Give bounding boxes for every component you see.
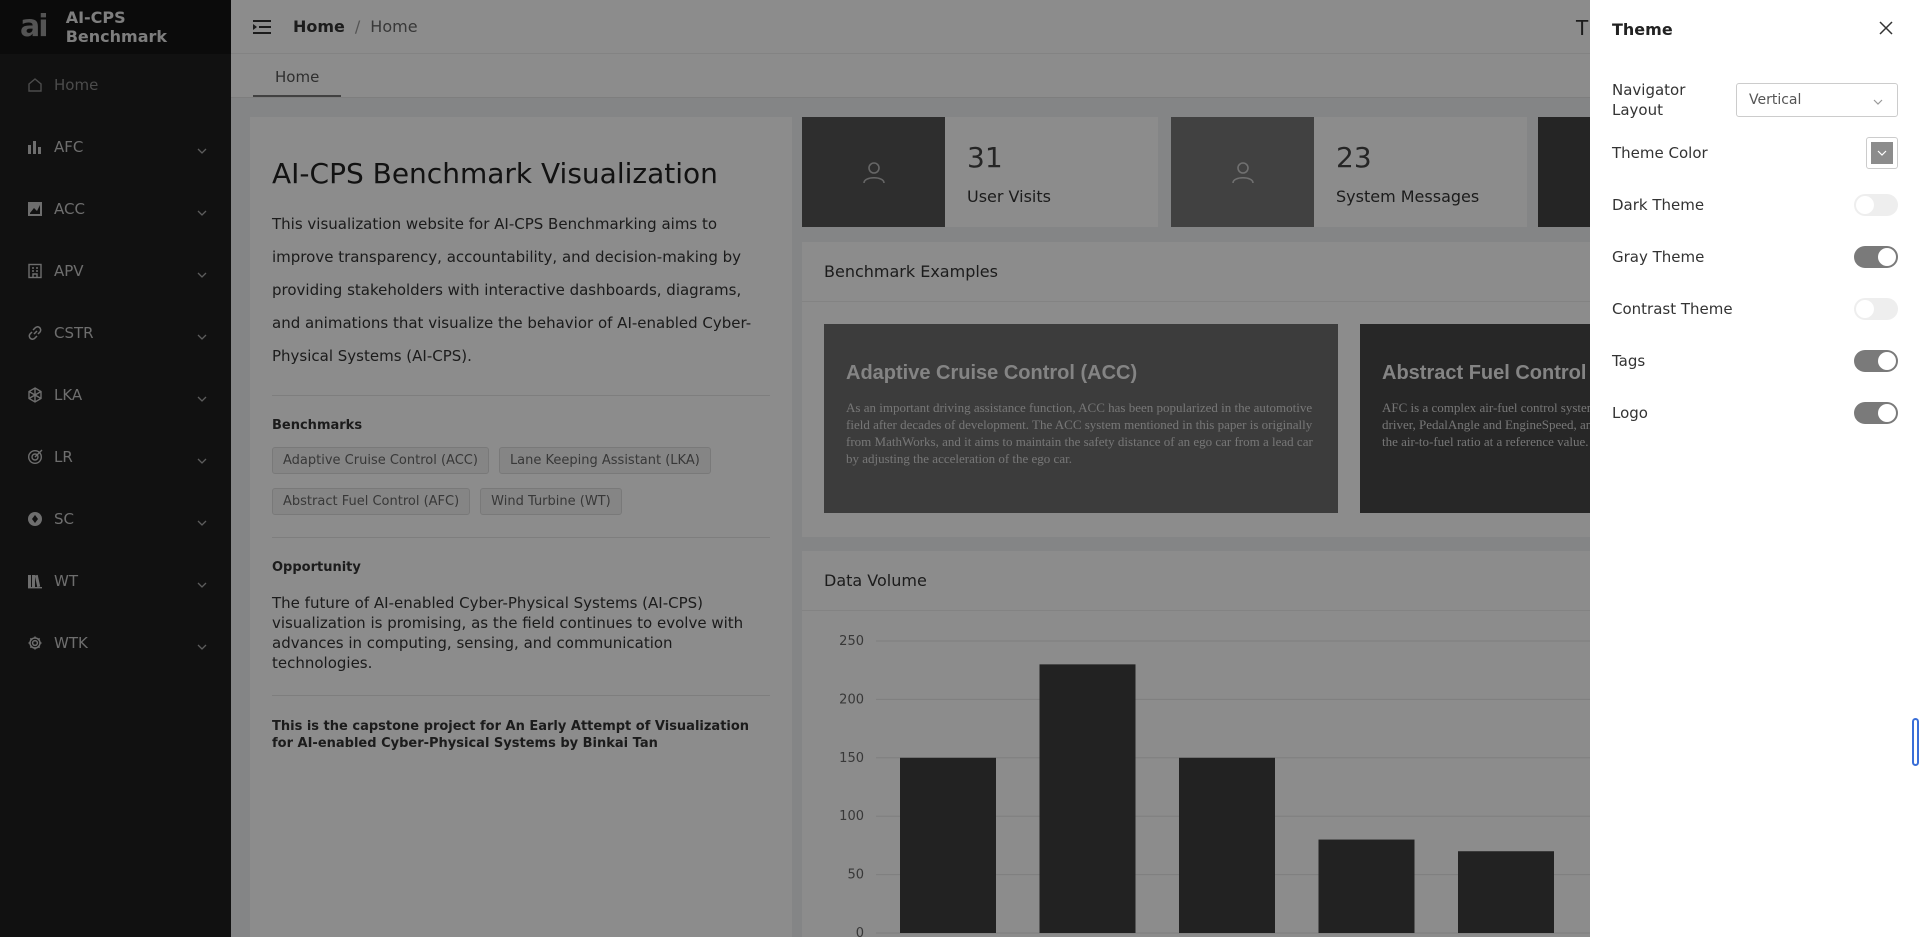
tags-switch[interactable]: [1854, 350, 1898, 372]
contrast-theme-switch[interactable]: [1854, 298, 1898, 320]
switch-knob: [1878, 404, 1896, 422]
setting-logo: Logo: [1612, 402, 1898, 424]
setting-tags: Tags: [1612, 350, 1898, 372]
setting-label: Theme Color: [1612, 144, 1708, 162]
select-value: Vertical: [1749, 92, 1802, 108]
logo-switch[interactable]: [1854, 402, 1898, 424]
setting-contrast-theme: Contrast Theme: [1612, 298, 1898, 320]
gray-theme-switch[interactable]: [1854, 246, 1898, 268]
chevron-down-icon: [1877, 150, 1887, 156]
switch-knob: [1856, 196, 1874, 214]
setting-label: Contrast Theme: [1612, 300, 1733, 318]
dark-theme-switch[interactable]: [1854, 194, 1898, 216]
setting-label: Logo: [1612, 404, 1648, 422]
scrollbar-handle[interactable]: [1912, 718, 1919, 766]
setting-label: Gray Theme: [1612, 248, 1705, 266]
theme-color-picker[interactable]: [1866, 137, 1898, 169]
setting-dark-theme: Dark Theme: [1612, 194, 1898, 216]
drawer-title: Theme: [1612, 19, 1673, 39]
chevron-down-icon: [1873, 95, 1883, 105]
setting-label: Dark Theme: [1612, 196, 1705, 214]
theme-drawer: Theme Navigator Layout Vertical Theme Co…: [1590, 0, 1920, 937]
setting-gray-theme: Gray Theme: [1612, 246, 1898, 268]
setting-navigator-layout: Navigator Layout Vertical: [1612, 80, 1898, 120]
setting-theme-color: Theme Color: [1612, 137, 1898, 169]
setting-label: Tags: [1612, 352, 1646, 370]
switch-knob: [1878, 352, 1896, 370]
color-swatch: [1871, 142, 1893, 164]
setting-label: Navigator Layout: [1612, 81, 1686, 119]
switch-knob: [1878, 248, 1896, 266]
navigator-layout-select[interactable]: Vertical: [1736, 83, 1898, 117]
close-icon[interactable]: [1878, 20, 1894, 36]
switch-knob: [1856, 300, 1874, 318]
